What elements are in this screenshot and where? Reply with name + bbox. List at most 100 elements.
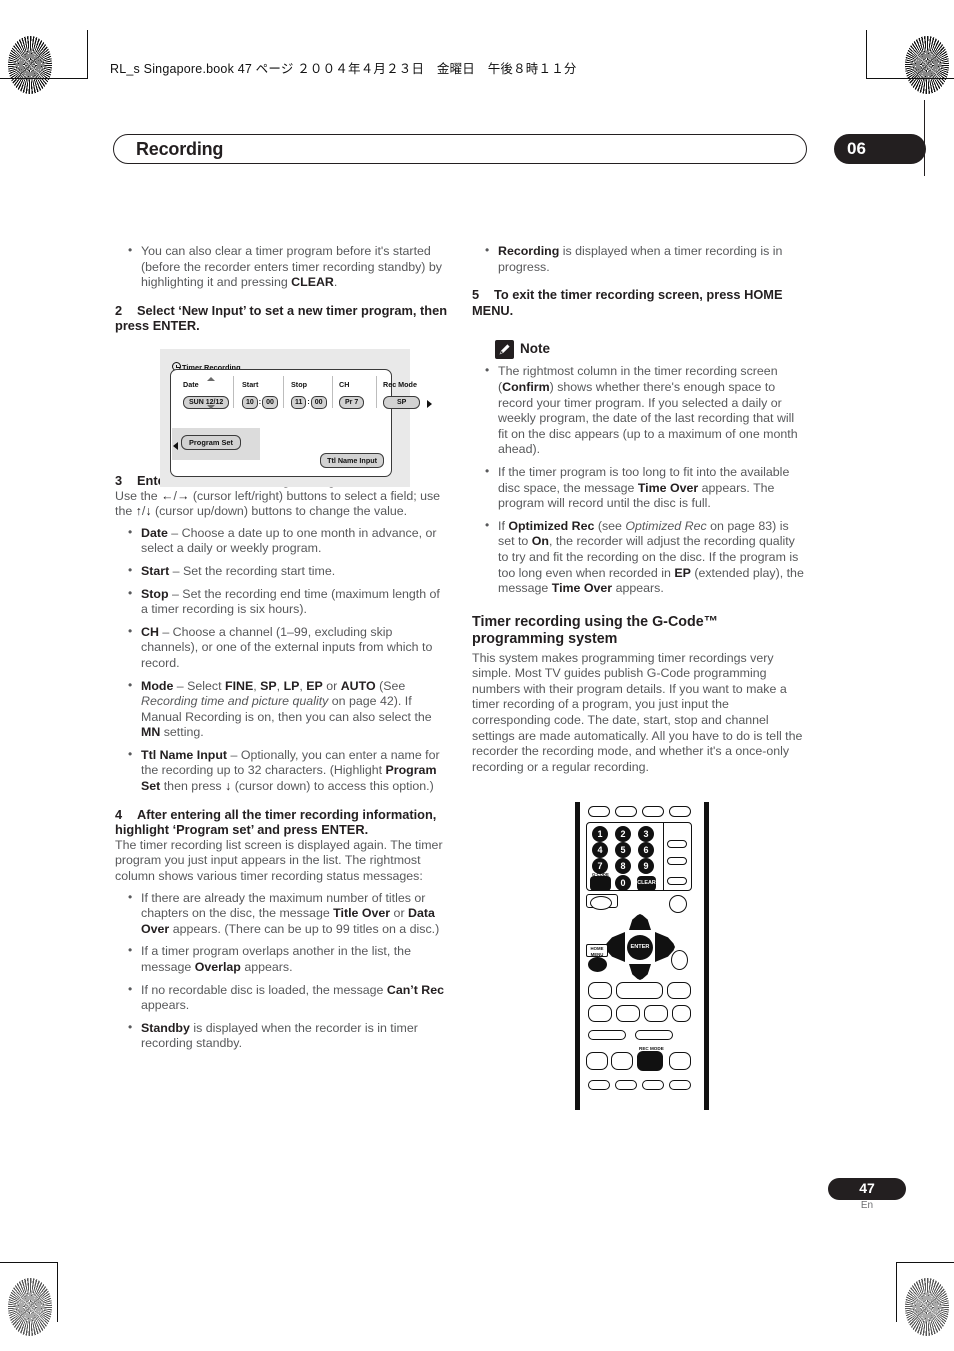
remote-key-blank[interactable] <box>669 1052 691 1070</box>
remote-key-blank[interactable] <box>615 1080 637 1090</box>
remote-key-blank[interactable] <box>611 1052 633 1070</box>
osd-field-date[interactable]: Date SUN 12/12 <box>183 377 230 409</box>
step-2-number: 2 <box>115 302 123 318</box>
remote-key-blank[interactable] <box>669 1080 691 1090</box>
osd-field-rec-mode[interactable]: Rec Mode SP <box>383 380 421 409</box>
remote-key-blank[interactable] <box>588 1005 612 1022</box>
subsection-body: This system makes programming timer reco… <box>472 650 803 774</box>
remote-key-8[interactable]: 8 <box>615 858 631 874</box>
remote-key-home-menu-button[interactable] <box>588 957 607 972</box>
remote-key-4[interactable]: 4 <box>592 842 608 858</box>
remote-key-oval[interactable] <box>669 895 687 913</box>
print-starburst-bottom-right <box>905 1278 949 1336</box>
dpad-up-arrow[interactable] <box>629 914 651 930</box>
list-item: Date – Choose a date up to one month in … <box>128 525 448 557</box>
list-item: If a timer program overlaps another in t… <box>128 943 448 975</box>
chevron-down-icon[interactable] <box>207 405 215 409</box>
osd-field-start[interactable]: Start 10:00 <box>242 380 278 409</box>
chevron-right-icon[interactable] <box>427 400 432 408</box>
registration-mark <box>909 655 935 681</box>
remote-key-blank[interactable] <box>588 1080 610 1090</box>
step-2-text: Select ‘New Input’ to set a new timer pr… <box>115 302 448 334</box>
program-set-button[interactable]: Program Set <box>181 435 241 450</box>
osd-divider <box>233 376 234 408</box>
intro-bullet-list: You can also clear a timer program befor… <box>128 243 448 291</box>
registration-mark <box>24 95 50 121</box>
registration-mark <box>909 1218 935 1244</box>
remote-key-blank[interactable] <box>588 1030 626 1040</box>
remote-key-blank[interactable] <box>669 806 691 817</box>
remote-key-home-menu[interactable]: HOME MENU <box>586 944 608 957</box>
chapter-number-badge: 06 <box>834 134 926 164</box>
osd-field-start-label: Start <box>242 380 259 389</box>
osd-field-ch[interactable]: CH Pr 7 <box>339 380 365 409</box>
list-item: Standby is displayed when the recorder i… <box>128 1020 448 1052</box>
remote-key-blank[interactable] <box>588 982 612 999</box>
dpad-down-arrow[interactable] <box>629 964 651 980</box>
chevron-left-icon[interactable] <box>173 442 178 450</box>
print-starburst-top-left <box>8 36 52 94</box>
remote-key-2[interactable]: 2 <box>615 826 631 842</box>
remote-key-blank[interactable] <box>616 982 663 999</box>
remote-key-blank[interactable] <box>667 857 687 865</box>
remote-key-blank[interactable] <box>586 1052 608 1070</box>
remote-key-enter[interactable]: ENTER <box>627 935 653 960</box>
note-header: Note <box>495 340 805 364</box>
right-top-bullet-list: Recording is displayed when a timer reco… <box>485 243 805 275</box>
remote-key-blank[interactable] <box>588 806 610 817</box>
step-3-number: 3 <box>115 472 123 488</box>
remote-control-illustration: 1 2 3 4 5 6 7 8 9 G-CODE 0 CLEAR ENTER H… <box>575 802 709 1110</box>
remote-right-edge <box>704 802 709 1110</box>
remote-key-rec-mode[interactable] <box>637 1051 663 1071</box>
registration-mark <box>24 655 50 681</box>
dpad-left-arrow[interactable] <box>605 932 625 962</box>
registration-mark <box>872 54 898 80</box>
remote-key-1[interactable]: 1 <box>592 826 608 842</box>
osd-field-stop-hour: 11 <box>291 396 307 409</box>
crop-line <box>0 1262 58 1263</box>
registration-mark <box>909 95 935 121</box>
remote-key-gcode[interactable] <box>590 876 611 891</box>
list-item: Mode – Select FINE, SP, LP, EP or AUTO (… <box>128 677 448 741</box>
pencil-note-icon <box>495 340 514 360</box>
remote-key-6[interactable]: 6 <box>638 842 654 858</box>
remote-key-blank[interactable] <box>667 840 687 848</box>
list-item: Stop – Set the recording end time (maxim… <box>128 586 448 618</box>
remote-key-clear[interactable]: CLEAR <box>637 876 656 891</box>
osd-panel: Date SUN 12/12 Start 10:00 Stop 11:00 CH… <box>170 369 432 477</box>
remote-key-3[interactable]: 3 <box>638 826 654 842</box>
remote-key-9[interactable]: 9 <box>638 858 654 874</box>
print-header-line: RL_s Singapore.book 47 ページ ２００４年４月２３日 金曜… <box>110 62 577 76</box>
print-starburst-bottom-left <box>8 1278 52 1336</box>
ttl-name-input-button[interactable]: Ttl Name Input <box>320 453 384 468</box>
right-column: Recording is displayed when a timer reco… <box>472 243 805 775</box>
step-3-bullet-list: Date – Choose a date up to one month in … <box>128 525 448 795</box>
remote-key-blank[interactable] <box>667 877 687 885</box>
page-title: Recording <box>136 139 224 159</box>
remote-key-oval[interactable] <box>590 896 612 910</box>
remote-key-blank[interactable] <box>642 806 664 817</box>
remote-key-blank[interactable] <box>667 982 691 999</box>
remote-key-blank[interactable] <box>615 806 637 817</box>
remote-key-blank[interactable] <box>616 1005 640 1022</box>
osd-field-stop-label: Stop <box>291 380 307 389</box>
remote-dpad[interactable]: ENTER <box>605 914 675 980</box>
remote-key-blank[interactable] <box>672 1005 691 1022</box>
chevron-up-icon[interactable] <box>207 377 215 381</box>
osd-field-date-label: Date <box>183 380 199 389</box>
remote-key-blank[interactable] <box>635 1030 673 1040</box>
remote-key-blank[interactable] <box>642 1080 664 1090</box>
list-item: Recording is displayed when a timer reco… <box>485 243 805 275</box>
registration-mark <box>464 1276 490 1302</box>
remote-key-blank[interactable] <box>644 1005 668 1022</box>
osd-field-start-minute: 00 <box>262 396 278 409</box>
remote-key-0[interactable]: 0 <box>615 875 631 891</box>
page-number-badge: 47 <box>828 1178 906 1200</box>
remote-key-oval[interactable] <box>671 950 688 970</box>
osd-field-stop[interactable]: Stop 11:00 <box>291 380 327 409</box>
registration-mark <box>24 1218 50 1244</box>
remote-key-5[interactable]: 5 <box>615 842 631 858</box>
step-5-heading: 5 To exit the timer recording screen, pre… <box>472 287 805 318</box>
page-language-code: En <box>860 1200 874 1211</box>
list-item: You can also clear a timer program befor… <box>128 243 448 291</box>
